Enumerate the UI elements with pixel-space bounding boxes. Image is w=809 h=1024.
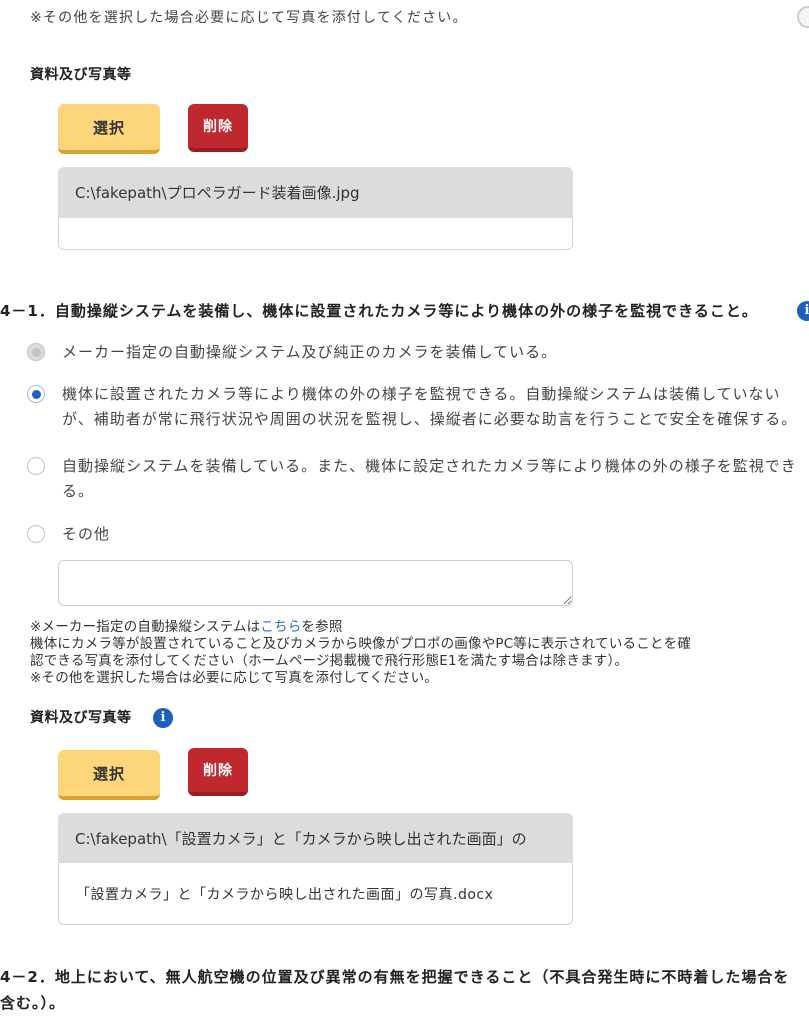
- partial-circle-icon: [797, 6, 809, 28]
- info-icon[interactable]: [153, 708, 173, 728]
- radio-option-camera-monitoring[interactable]: [27, 385, 45, 403]
- notes-text: ※メーカー指定の自動操縦システムは: [30, 619, 261, 635]
- notes-line: ※その他を選択した場合は必要に応じて写真を添付してください。: [30, 670, 439, 686]
- radio-option-label-line: メーカー指定の自動操縦システム及び純正のカメラを装備している。: [62, 342, 558, 361]
- edge-clip: [797, 301, 809, 321]
- radio-option-label-line: が、補助者が常に飛行状況や周囲の状況を監視し、操縦者に必要な助言を行うことで安全…: [62, 409, 798, 428]
- heading-line: 含む。）。: [0, 994, 66, 1012]
- radio-option-autopilot-and-camera[interactable]: [27, 457, 45, 475]
- radio-option-label: 機体に設置されたカメラ等により機体の外の様子を監視できる。自動操縦システムは装備…: [62, 382, 809, 432]
- notes-block: ※メーカー指定の自動操縦システムはこちらを参照 機体にカメラ等が設置されているこ…: [30, 619, 809, 687]
- notes-line: 機体にカメラ等が設置されていること及びカメラから映像がプロポの画像やPC等に表示…: [30, 636, 692, 652]
- file-path-display: C:\fakepath\「設置カメラ」と「カメラから映し出された画面」の: [58, 813, 573, 863]
- radio-option-other[interactable]: [27, 525, 45, 543]
- notes-line: 認できる写真を添付してください（ホームページ掲載機で飛行形態E1を満たす場合は除…: [30, 653, 629, 669]
- radio-option-label-line: 自動操縦システムを装備している。また、機体に設定されたカメラ等により機体の外の様…: [62, 456, 797, 475]
- radio-option-label-line: その他: [62, 524, 111, 543]
- select-file-button[interactable]: 選択: [58, 104, 160, 154]
- attachments-label: 資料及び写真等: [30, 67, 132, 83]
- photo-attachment-note: ※その他を選択した場合必要に応じて写真を添付してください。: [30, 10, 468, 26]
- radio-option-label-line: 機体に設置されたカメラ等により機体の外の様子を監視できる。自動操縦システムは装備…: [62, 384, 781, 403]
- delete-file-button[interactable]: 削除: [188, 104, 248, 152]
- file-name-display: [58, 218, 573, 250]
- question-4-1-heading: 4－1．自動操縦システムを装備し、機体に設置されたカメラ等により機体の外の様子を…: [0, 302, 758, 320]
- question-4-2-heading: 4－2．地上において、無人航空機の位置及び異常の有無を把握できること（不具合発生…: [0, 964, 809, 1016]
- radio-option-label: 自動操縦システムを装備している。また、機体に設定されたカメラ等により機体の外の様…: [62, 454, 809, 504]
- radio-option-maker-autopilot[interactable]: [27, 343, 45, 361]
- file-path-display: C:\fakepath\プロペラガード装着画像.jpg: [58, 167, 573, 218]
- file-path-text: C:\fakepath\プロペラガード装着画像.jpg: [75, 184, 360, 202]
- notes-text: を参照: [301, 619, 343, 635]
- radio-option-label-line: る。: [62, 481, 95, 500]
- file-name-text: 「設置カメラ」と「カメラから映し出された画面」の写真.docx: [76, 886, 494, 903]
- info-icon[interactable]: [797, 301, 809, 321]
- reference-link[interactable]: こちら: [260, 619, 301, 635]
- file-path-text: C:\fakepath\「設置カメラ」と「カメラから映し出された画面」の: [75, 829, 527, 848]
- radio-option-label: メーカー指定の自動操縦システム及び純正のカメラを装備している。: [62, 340, 809, 365]
- attachments-label: 資料及び写真等: [30, 710, 132, 726]
- file-name-display: 「設置カメラ」と「カメラから映し出された画面」の写真.docx: [58, 863, 573, 925]
- other-text-input[interactable]: [58, 560, 573, 606]
- edge-clip: [797, 6, 809, 32]
- delete-file-button[interactable]: 削除: [188, 748, 248, 796]
- radio-option-label: その他: [62, 522, 809, 547]
- select-file-button[interactable]: 選択: [58, 750, 160, 800]
- notes-line: ※メーカー指定の自動操縦システムはこちらを参照: [30, 619, 809, 636]
- heading-line: 4－2．地上において、無人航空機の位置及び異常の有無を把握できること（不具合発生…: [0, 968, 790, 986]
